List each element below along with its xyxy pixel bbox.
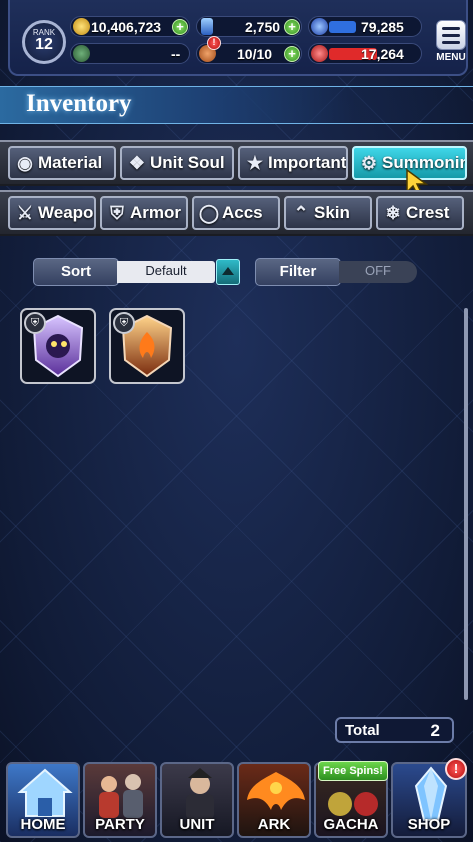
stamina-alert-icon: ! (207, 36, 221, 50)
tab-crest[interactable]: ❄ Crest (376, 196, 464, 230)
unknown-value: -- (171, 46, 181, 62)
party-icon (99, 774, 143, 818)
ap-counter: 79,285 (308, 16, 422, 37)
sort-order-toggle[interactable] (216, 259, 240, 285)
stamina-counter: ! 10/10 + (196, 36, 302, 64)
tab-weapon[interactable]: ⚔ Weapon (8, 196, 96, 230)
tab-skin[interactable]: ⌃ Skin (284, 196, 372, 230)
nav-shop-label: SHOP (407, 816, 451, 833)
crystal-icon (201, 18, 213, 35)
nav-home-label: HOME (20, 816, 66, 833)
scrollbar[interactable] (464, 308, 468, 700)
nav-party-label: PARTY (95, 816, 145, 833)
filter-button[interactable]: Filter (255, 258, 341, 286)
tab-label: Unit Soul (150, 153, 225, 172)
add-gil-button[interactable]: + (172, 19, 188, 35)
nav-unit-label: UNIT (179, 816, 215, 833)
crystal-value: 2,750 (245, 19, 281, 35)
item-card[interactable]: ⛨ (20, 308, 96, 384)
home-icon (17, 768, 73, 817)
crystal-counter: 2,750 + (196, 16, 302, 37)
lattice-background (0, 0, 473, 842)
hanger-icon: ⌃ (293, 203, 309, 223)
bag-icon: ◉ (17, 153, 33, 173)
bottom-nav: HOME PARTY UNIT ARK GACHA SHOP (0, 760, 473, 842)
rank-badge[interactable]: RANK 12 (22, 20, 66, 64)
summon-icon: ⚙ (360, 153, 378, 173)
hp-counter: 17,264 (308, 43, 422, 64)
ap-orb-icon (311, 18, 328, 35)
page-title: Inventory (26, 90, 132, 117)
tab-armor[interactable]: ⛨ Armor (100, 196, 188, 230)
status-bar: RANK 12 10,406,723 + 2,750 + 79,285 -- !… (8, 0, 468, 76)
tab-important[interactable]: ★ Important (238, 146, 348, 180)
tab-label: Accs (222, 203, 263, 222)
hamburger-icon (436, 20, 466, 50)
total-count: Total 2 (335, 717, 454, 743)
sort-value[interactable]: Default (117, 261, 215, 283)
rank-value: 12 (35, 36, 53, 53)
tab-label: Crest (406, 203, 450, 222)
ring-icon: ◯ (198, 203, 220, 223)
nav-unit[interactable]: UNIT (160, 762, 234, 838)
item-card[interactable]: ⛨ (109, 308, 185, 384)
nav-party[interactable]: PARTY (83, 762, 157, 838)
nav-gacha-label: GACHA (323, 816, 379, 833)
tab-label: Weapon (38, 203, 94, 222)
crest-icon: ❄ (385, 203, 401, 223)
add-stamina-button[interactable]: + (284, 46, 300, 62)
filter-label: Filter (279, 263, 317, 280)
unit-icon (186, 768, 214, 820)
tab-unit-soul[interactable]: ❖ Unit Soul (120, 146, 234, 180)
total-value: 2 (430, 721, 440, 740)
ap-bar (329, 21, 356, 33)
tab-row-1: ◉ Material ❖ Unit Soul ★ Important ⚙ Sum… (0, 140, 473, 198)
soul-icon: ❖ (128, 153, 146, 173)
shield-badge-icon: ⛨ (24, 312, 46, 334)
tab-label: Important (268, 153, 347, 172)
unknown-counter: -- (70, 43, 190, 64)
sort-button[interactable]: Sort (33, 258, 119, 286)
tab-accs[interactable]: ◯ Accs (192, 196, 280, 230)
ap-value: 79,285 (361, 19, 404, 35)
tab-label: Skin (314, 203, 350, 222)
gil-coin-icon (73, 18, 90, 35)
title-band: Inventory (0, 86, 473, 124)
menu-button[interactable]: MENU (434, 20, 468, 64)
hp-orb-icon (311, 45, 328, 62)
tab-material[interactable]: ◉ Material (8, 146, 116, 180)
star-icon: ★ (246, 153, 264, 173)
menu-label: MENU (436, 52, 466, 63)
tab-label: Material (38, 153, 103, 172)
free-spins-badge: Free Spins! (318, 761, 388, 781)
stamina-value: 10/10 (237, 46, 273, 62)
nav-ark[interactable]: ARK (237, 762, 311, 838)
tab-row-2: ⚔ Weapon ⛨ Armor ◯ Accs ⌃ Skin ❄ Crest (0, 190, 473, 236)
compass-icon (73, 45, 90, 62)
add-crystal-button[interactable]: + (284, 19, 300, 35)
gil-counter: 10,406,723 + (70, 16, 190, 37)
nav-home[interactable]: HOME (6, 762, 80, 838)
nav-ark-label: ARK (257, 816, 291, 833)
tab-label: Armor (130, 203, 182, 222)
triangle-up-icon (222, 267, 234, 275)
filter-value[interactable]: OFF (339, 261, 417, 283)
gil-value: 10,406,723 (91, 19, 162, 35)
sword-icon: ⚔ (16, 203, 34, 223)
shield-badge-icon: ⛨ (113, 312, 135, 334)
total-label: Total (345, 722, 380, 739)
phoenix-icon (247, 772, 305, 810)
hp-value: 17,264 (361, 46, 404, 62)
sort-label: Sort (61, 263, 91, 280)
armor-icon: ⛨ (110, 203, 124, 223)
shop-alert-icon: ! (445, 758, 467, 780)
